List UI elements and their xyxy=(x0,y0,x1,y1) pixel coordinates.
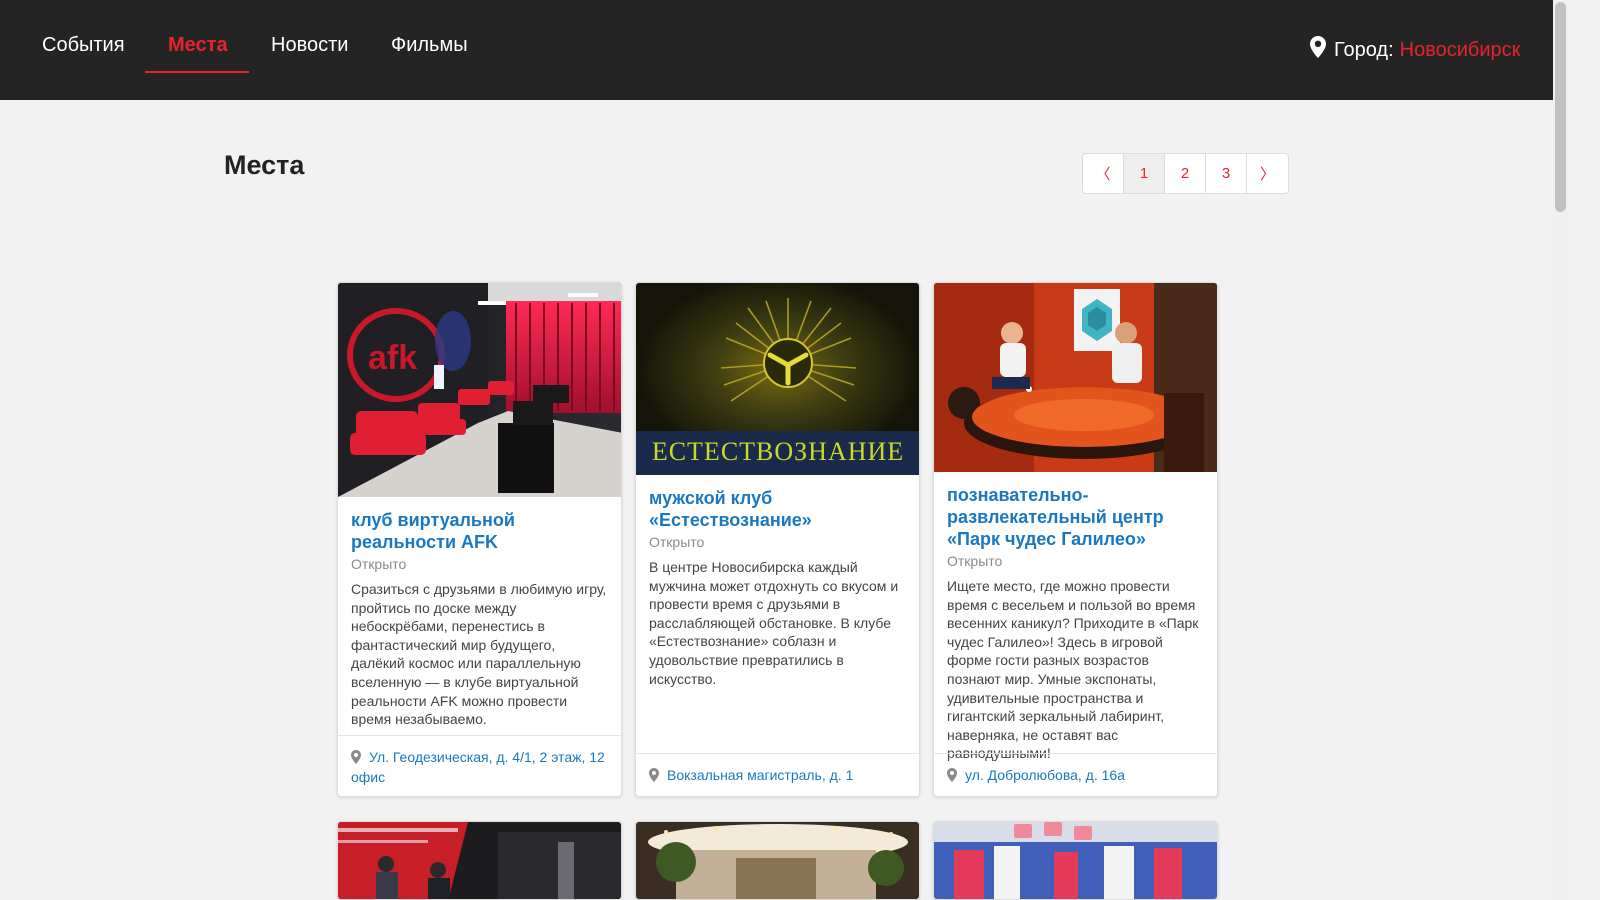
map-pin-icon xyxy=(649,768,659,786)
city-selector[interactable]: Город: Новосибирск xyxy=(1310,36,1520,64)
card-description: Сразиться с друзьями в любимую игру, про… xyxy=(351,581,607,728)
nav-item-events[interactable]: События xyxy=(42,34,125,57)
card-title[interactable]: мужской клуб «Естествознание» xyxy=(649,487,906,531)
place-card[interactable]: познавательно-развлекательный центр «Пар… xyxy=(933,282,1218,797)
card-description: В центре Новосибирска каждый мужчина мож… xyxy=(649,559,899,687)
nav-item-news[interactable]: Новости xyxy=(271,34,348,57)
shooting-club-photo xyxy=(338,822,621,899)
restaurant-photo xyxy=(636,822,919,899)
place-card[interactable] xyxy=(337,821,622,900)
pagination: 〈 1 2 3 〉 xyxy=(1082,153,1289,194)
map-pin-icon xyxy=(351,750,361,768)
card-address[interactable]: ул. Добролюбова, д. 16а xyxy=(934,753,1217,796)
open-status: Открыто xyxy=(351,556,407,572)
place-card[interactable]: afk клуб виртуальной реальности AFK Откр… xyxy=(337,282,622,797)
card-description: Ищете место, где можно провести время с … xyxy=(947,578,1199,762)
page-scrollbar-thumb[interactable] xyxy=(1555,2,1566,212)
place-card[interactable]: ЕСТЕСТВОЗНАНИЕ мужской клуб «Естествозна… xyxy=(635,282,920,797)
sign-text: ЕСТЕСТВОЗНАНИЕ xyxy=(652,437,904,466)
pagination-next-button[interactable]: 〉 xyxy=(1247,154,1288,193)
card-address[interactable]: Ул. Геодезическая, д. 4/1, 2 этаж, 12 оф… xyxy=(338,735,621,796)
card-title[interactable]: познавательно-развлекательный центр «Пар… xyxy=(947,484,1204,550)
city-name-link[interactable]: Новосибирск xyxy=(1400,39,1521,62)
nav-item-places[interactable]: Места xyxy=(168,34,228,57)
open-status: Открыто xyxy=(649,534,705,550)
map-pin-icon xyxy=(947,768,957,786)
vr-club-photo: afk xyxy=(338,283,621,497)
active-nav-indicator xyxy=(145,71,249,73)
pagination-page-3[interactable]: 3 xyxy=(1206,154,1247,193)
mens-club-photo: ЕСТЕСТВОЗНАНИЕ xyxy=(636,283,919,475)
place-card[interactable] xyxy=(635,821,920,900)
pagination-prev-button[interactable]: 〈 xyxy=(1083,154,1124,193)
card-address[interactable]: Вокзальная магистраль, д. 1 xyxy=(636,753,919,796)
address-text[interactable]: ул. Добролюбова, д. 16а xyxy=(965,767,1125,783)
place-card[interactable] xyxy=(933,821,1218,900)
card-title[interactable]: клуб виртуальной реальности AFK xyxy=(351,509,608,553)
address-text[interactable]: Вокзальная магистраль, д. 1 xyxy=(667,767,853,783)
open-status: Открыто xyxy=(947,553,1003,569)
pagination-page-2[interactable]: 2 xyxy=(1165,154,1206,193)
svg-text:afk: afk xyxy=(368,339,417,377)
nav-item-movies[interactable]: Фильмы xyxy=(391,34,468,57)
location-pin-icon xyxy=(1310,36,1326,64)
city-label: Город: xyxy=(1334,38,1394,61)
page-title: Места xyxy=(224,150,305,180)
clothing-store-photo xyxy=(934,822,1217,899)
pagination-page-1[interactable]: 1 xyxy=(1124,154,1165,193)
address-text[interactable]: Ул. Геодезическая, д. 4/1, 2 этаж, 12 оф… xyxy=(351,749,605,785)
galileo-park-photo xyxy=(934,283,1217,472)
